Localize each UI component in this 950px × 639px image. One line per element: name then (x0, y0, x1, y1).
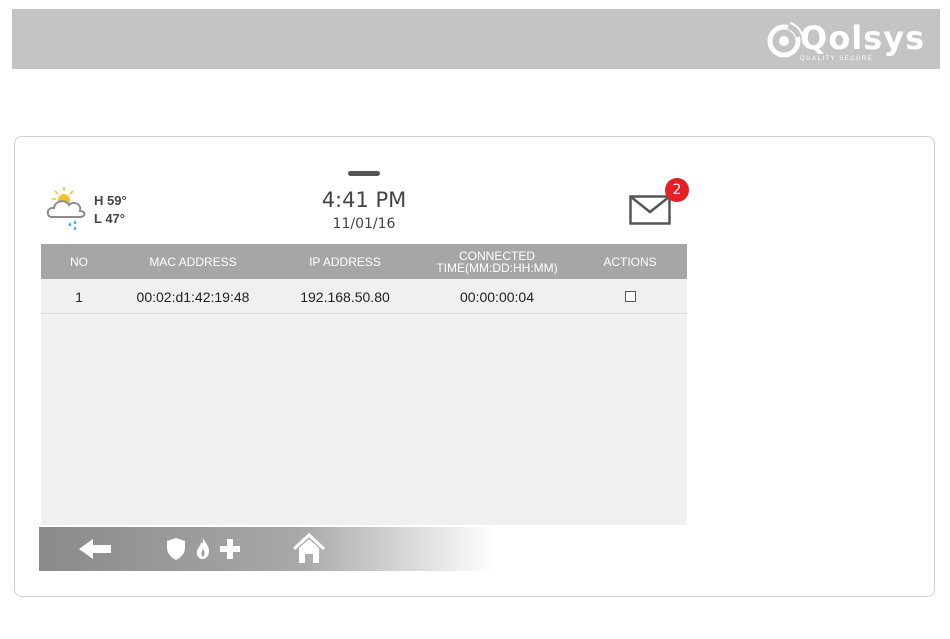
cell-no: 1 (75, 288, 83, 305)
column-header-connected-line1: CONNECTED (458, 248, 535, 263)
column-header-connected-line2: TIME(MM:DD:HH:MM) (436, 260, 558, 275)
column-header-actions: ACTIONS (603, 254, 657, 269)
table-row[interactable]: 1 00:02:d1:42:19:48 192.168.50.80 00:00:… (41, 279, 687, 314)
connected-devices-table: NO MAC ADDRESS IP ADDRESS CONNECTED TIME… (41, 244, 687, 525)
cell-ip-address: 192.168.50.80 (300, 288, 390, 305)
message-count-badge: 2 (665, 178, 689, 202)
emergency-button[interactable] (157, 527, 249, 571)
clock-time: 4:41 PM (321, 188, 407, 212)
cell-actions (573, 279, 687, 314)
cell-connected-time: 00:00:00:04 (460, 288, 534, 305)
top-banner: Qolsys QUALITY SECURE (12, 9, 940, 69)
qolsys-logo: Qolsys QUALITY SECURE (766, 15, 926, 65)
back-button[interactable] (71, 527, 119, 571)
column-header-connected-time: CONNECTED TIME(MM:DD:HH:MM) (421, 244, 573, 279)
table-header: NO MAC ADDRESS IP ADDRESS CONNECTED TIME… (41, 244, 687, 279)
column-header-mac-address: MAC ADDRESS (149, 254, 237, 269)
weather-low-temp: L 47° (94, 211, 125, 226)
cell-mac-address: 00:02:d1:42:19:48 (136, 288, 250, 305)
back-arrow-icon (79, 539, 111, 559)
fire-icon (196, 538, 209, 559)
medical-cross-icon (220, 539, 240, 559)
bottom-nav-bar (39, 527, 689, 571)
brand-tagline: QUALITY SECURE (800, 56, 874, 62)
home-button[interactable] (289, 527, 329, 571)
cloud-rain-sun-icon (46, 187, 86, 231)
weather-high-temp: H 59° (94, 193, 127, 208)
mail-icon[interactable] (629, 195, 671, 225)
home-icon (292, 533, 326, 563)
shield-icon (167, 538, 185, 560)
pull-down-handle[interactable] (348, 171, 380, 176)
column-header-ip-address: IP ADDRESS (309, 254, 381, 269)
column-header-no: NO (70, 254, 88, 269)
clock-date: 11/01/16 (332, 216, 396, 232)
brand-name: Qolsys (800, 19, 926, 57)
row-select-checkbox[interactable] (624, 291, 636, 302)
